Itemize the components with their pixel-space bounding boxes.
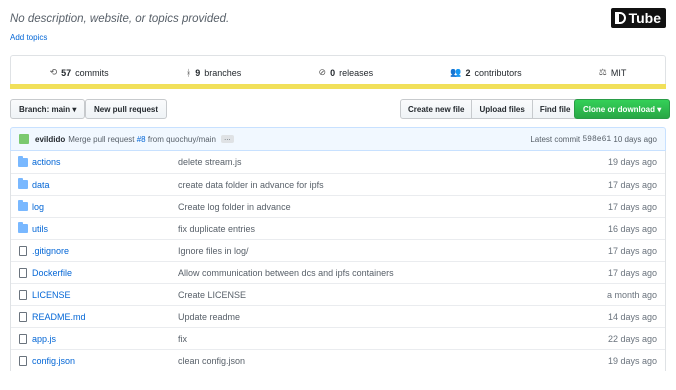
find-file-button[interactable]: Find file (531, 99, 579, 119)
file-row: data create data folder in advance for ip… (11, 173, 665, 195)
commit-age: 10 days ago (613, 134, 657, 144)
file-name-link[interactable]: config.json (32, 356, 178, 366)
file-icon (19, 355, 27, 366)
file-name-link[interactable]: log (32, 202, 178, 212)
file-name-link[interactable]: app.js (32, 334, 178, 344)
upload-files-button[interactable]: Upload files (471, 99, 533, 119)
file-age: 19 days ago (607, 355, 657, 366)
latest-commit-bar: evildido Merge pull request #8 from quoc… (10, 127, 666, 151)
file-name-link[interactable]: data (32, 180, 178, 190)
file-name-link[interactable]: utils (32, 224, 178, 234)
folder-icon (18, 200, 28, 211)
dtube-brand-text: Tube (628, 10, 661, 26)
file-list: actions delete stream.js 19 days ago data cr… (10, 151, 666, 371)
language-bar (10, 84, 666, 89)
stat-value: 9 (195, 67, 201, 78)
stat-contributors[interactable]: 👥 2 contributors (450, 67, 521, 78)
file-commit-message[interactable]: fix duplicate entries (178, 224, 575, 234)
clone-or-download-button[interactable]: Clone or download ▾ (574, 99, 671, 119)
file-name-link[interactable]: Dockerfile (32, 268, 178, 278)
file-commit-message[interactable]: fix (178, 334, 575, 344)
file-age: 22 days ago (607, 333, 657, 344)
file-row: README.md Update readme 14 days ago (11, 305, 665, 327)
file-row: config.json clean config.json 19 days ago (11, 349, 665, 371)
file-name-link[interactable]: LICENSE (32, 290, 178, 300)
avatar[interactable] (19, 134, 29, 144)
stat-commits[interactable]: ⟲ 57 commits (50, 67, 109, 78)
file-row: Dockerfile Allow communication between dc… (11, 261, 665, 283)
stat-value: 0 (330, 67, 336, 78)
stat-label: commits (75, 67, 109, 78)
file-commit-message[interactable]: Allow communication between dcs and ipfs… (178, 268, 575, 278)
law-icon: ⚖ (598, 67, 607, 77)
tag-icon: ⊘ (318, 67, 327, 77)
create-new-file-button[interactable]: Create new file (400, 99, 473, 119)
file-name-link[interactable]: .gitignore (32, 246, 178, 256)
file-age: 17 days ago (607, 179, 657, 190)
file-name-link[interactable]: README.md (32, 312, 178, 322)
dtube-logo: Tube (610, 8, 666, 28)
repo-description: No description, website, or topics provi… (10, 13, 230, 25)
file-row: LICENSE Create LICENSE a month ago (11, 283, 665, 305)
people-icon: 👥 (450, 67, 462, 77)
file-age: a month ago (606, 289, 657, 300)
new-pull-request-button[interactable]: New pull request (85, 99, 168, 119)
stat-label: MIT (610, 67, 627, 78)
file-icon (19, 267, 27, 278)
file-age: 17 days ago (607, 245, 657, 256)
file-age: 16 days ago (607, 223, 657, 234)
history-icon: ⟲ (49, 67, 58, 77)
stat-license[interactable]: ⚖ MIT (599, 67, 627, 78)
stat-branches[interactable]: ᚼ 9 branches (186, 68, 241, 78)
folder-icon (18, 222, 28, 233)
stat-label: branches (204, 67, 242, 78)
file-row: utils fix duplicate entries 16 days ago (11, 217, 665, 239)
stat-releases[interactable]: ⊘ 0 releases (319, 67, 374, 78)
stat-label: contributors (474, 67, 522, 78)
stat-value: 2 (465, 67, 471, 78)
stat-value: 57 (61, 67, 72, 78)
commit-author[interactable]: evildido (35, 135, 65, 144)
file-icon (19, 245, 27, 256)
file-row: actions delete stream.js 19 days ago (11, 151, 665, 173)
file-commit-message[interactable]: clean config.json (178, 356, 575, 366)
file-commit-message[interactable]: Create log folder in advance (178, 202, 575, 212)
add-topics-link[interactable]: Add topics (10, 33, 47, 42)
file-commit-message[interactable]: Ignore files in log/ (178, 246, 575, 256)
dtube-d-icon (614, 12, 626, 24)
file-commit-message[interactable]: Create LICENSE (178, 290, 575, 300)
file-row: log Create log folder in advance 17 days a… (11, 195, 665, 217)
file-actions-group: Create new file Upload files Find file (400, 99, 579, 119)
file-commit-message[interactable]: delete stream.js (178, 157, 575, 167)
file-age: 14 days ago (607, 311, 657, 322)
commit-sha[interactable]: 598e61 (582, 135, 611, 144)
file-age: 17 days ago (607, 201, 657, 212)
pr-link[interactable]: #8 (137, 135, 146, 144)
file-row: .gitignore Ignore files in log/17 days ag… (11, 239, 665, 261)
file-name-link[interactable]: actions (32, 157, 178, 167)
folder-icon (18, 178, 28, 189)
file-age: 19 days ago (607, 157, 657, 167)
branch-icon: ᚼ (185, 67, 192, 78)
file-icon (19, 311, 27, 322)
file-commit-message[interactable]: create data folder in advance for ipfs (178, 180, 575, 190)
file-commit-message[interactable]: Update readme (178, 312, 575, 322)
expand-commit-button[interactable]: … (220, 135, 234, 143)
folder-icon (18, 155, 28, 167)
file-icon (19, 289, 27, 300)
file-icon (19, 333, 27, 344)
latest-commit-label: Latest commit (530, 134, 581, 144)
file-age: 17 days ago (607, 267, 657, 278)
commit-message-prefix: Merge pull request (68, 134, 135, 144)
stat-label: releases (339, 67, 374, 78)
commit-message-suffix: from quochuy/main (147, 134, 216, 144)
file-row: app.js fix 22 days ago (11, 327, 665, 349)
branch-select-button[interactable]: Branch: main ▾ (10, 99, 86, 119)
